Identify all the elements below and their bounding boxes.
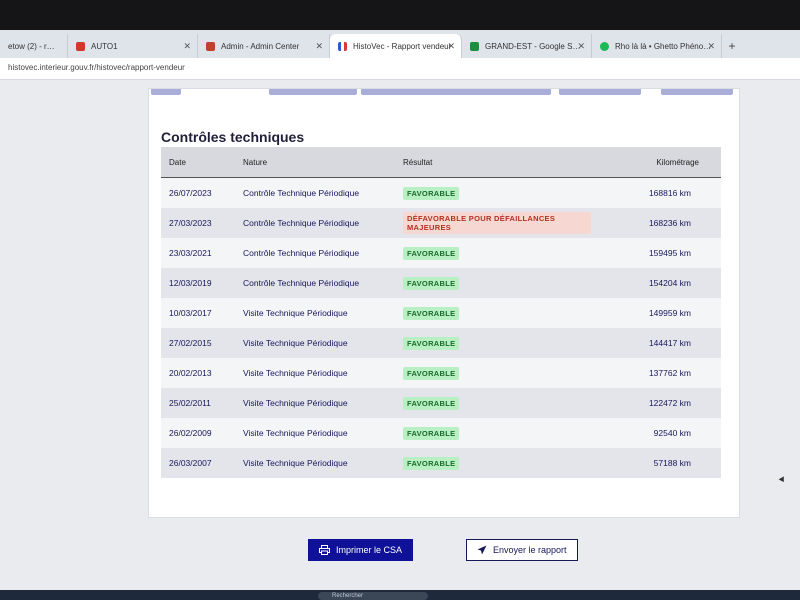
tab-1[interactable]: AUTO1 ✕ bbox=[68, 34, 198, 58]
tab-label: Admin - Admin Center bbox=[221, 41, 300, 51]
cell-date: 26/07/2023 bbox=[161, 177, 235, 208]
table-row: 27/03/2023 Contrôle Technique Périodique… bbox=[161, 208, 721, 238]
table-row: 26/03/2007 Visite Technique Périodique F… bbox=[161, 448, 721, 478]
sheets-favicon-icon bbox=[470, 41, 479, 51]
cell-nature: Visite Technique Périodique bbox=[235, 388, 395, 418]
status-badge: FAVORABLE bbox=[403, 186, 460, 200]
french-flag-favicon-icon bbox=[338, 41, 347, 51]
tab-label: HistoVec - Rapport vendeur bbox=[353, 41, 452, 51]
close-icon[interactable]: ✕ bbox=[183, 41, 191, 52]
cell-km: 168816 km bbox=[591, 177, 721, 208]
spotify-favicon-icon bbox=[600, 41, 609, 51]
tab-3-active[interactable]: HistoVec - Rapport vendeur ✕ bbox=[330, 34, 462, 58]
browser-tab-bar: etow (2) - robin.h AUTO1 ✕ Admin - Admin… bbox=[0, 30, 800, 58]
status-badge: FAVORABLE bbox=[403, 246, 460, 260]
cell-km: 137762 km bbox=[591, 358, 721, 388]
tab-5[interactable]: Rho là là • Ghetto Phénomè ✕ bbox=[592, 34, 722, 58]
col-nature: Nature bbox=[235, 147, 395, 178]
tab-4[interactable]: GRAND-EST - Google Sheets ✕ bbox=[462, 34, 592, 58]
cell-date: 12/03/2019 bbox=[161, 268, 235, 298]
controles-table: Date Nature Résultat Kilométrage 26/07/2… bbox=[161, 147, 721, 478]
close-icon[interactable]: ✕ bbox=[707, 41, 715, 52]
cell-nature: Contrôle Technique Périodique bbox=[235, 238, 395, 268]
send-report-button[interactable]: Envoyer le rapport bbox=[466, 539, 578, 561]
cell-km: 168236 km bbox=[591, 208, 721, 238]
controles-card: Contrôles techniques Date Nature Résulta… bbox=[148, 88, 740, 518]
close-icon[interactable]: ✕ bbox=[447, 41, 455, 52]
status-badge: FAVORABLE bbox=[403, 336, 460, 350]
send-report-label: Envoyer le rapport bbox=[493, 545, 567, 555]
address-bar[interactable]: histovec.interieur.gouv.fr/histovec/rapp… bbox=[0, 58, 800, 80]
cell-km: 149959 km bbox=[591, 298, 721, 328]
tab-label: GRAND-EST - Google Sheets bbox=[485, 41, 583, 51]
print-csa-label: Imprimer le CSA bbox=[336, 545, 403, 555]
cell-km: 92540 km bbox=[591, 418, 721, 448]
url-text: histovec.interieur.gouv.fr/histovec/rapp… bbox=[8, 63, 185, 72]
tab-0[interactable]: etow (2) - robin.h bbox=[0, 34, 68, 58]
auto1-favicon-icon bbox=[76, 41, 85, 51]
taskbar-search[interactable]: Rechercher bbox=[318, 592, 428, 600]
status-badge: DÉFAVORABLE POUR DÉFAILLANCES MAJEURES bbox=[403, 212, 591, 234]
page-content: Contrôles techniques Date Nature Résulta… bbox=[0, 80, 800, 590]
status-badge: FAVORABLE bbox=[403, 306, 460, 320]
top-tab-stripes bbox=[149, 89, 739, 97]
new-tab-icon[interactable]: + bbox=[722, 34, 742, 58]
status-badge: FAVORABLE bbox=[403, 396, 460, 410]
cell-km: 122472 km bbox=[591, 388, 721, 418]
table-row: 23/03/2021 Contrôle Technique Périodique… bbox=[161, 238, 721, 268]
print-csa-button[interactable]: Imprimer le CSA bbox=[308, 539, 414, 561]
col-kilometrage: Kilométrage bbox=[591, 147, 721, 178]
admin-favicon-icon bbox=[206, 41, 215, 51]
taskbar-search-label: Rechercher bbox=[332, 593, 364, 599]
table-row: 27/02/2015 Visite Technique Périodique F… bbox=[161, 328, 721, 358]
col-resultat: Résultat bbox=[395, 147, 591, 178]
status-badge: FAVORABLE bbox=[403, 276, 460, 290]
cell-date: 27/02/2015 bbox=[161, 328, 235, 358]
cell-nature: Contrôle Technique Périodique bbox=[235, 177, 395, 208]
col-date: Date bbox=[161, 147, 235, 178]
table-row: 12/03/2019 Contrôle Technique Périodique… bbox=[161, 268, 721, 298]
cell-date: 10/03/2017 bbox=[161, 298, 235, 328]
cell-nature: Visite Technique Périodique bbox=[235, 298, 395, 328]
cell-nature: Visite Technique Périodique bbox=[235, 358, 395, 388]
table-row: 26/02/2009 Visite Technique Périodique F… bbox=[161, 418, 721, 448]
tab-label: etow (2) - robin.h bbox=[8, 41, 59, 51]
cell-nature: Contrôle Technique Périodique bbox=[235, 268, 395, 298]
cell-nature: Visite Technique Périodique bbox=[235, 328, 395, 358]
cell-nature: Visite Technique Périodique bbox=[235, 418, 395, 448]
status-badge: FAVORABLE bbox=[403, 366, 460, 380]
table-row: 20/02/2013 Visite Technique Périodique F… bbox=[161, 358, 721, 388]
cell-nature: Visite Technique Périodique bbox=[235, 448, 395, 478]
tab-label: AUTO1 bbox=[91, 41, 118, 51]
cell-km: 144417 km bbox=[591, 328, 721, 358]
table-row: 25/02/2011 Visite Technique Périodique F… bbox=[161, 388, 721, 418]
status-badge: FAVORABLE bbox=[403, 456, 460, 470]
cell-km: 159495 km bbox=[591, 238, 721, 268]
close-icon[interactable]: ✕ bbox=[577, 41, 585, 52]
cell-date: 20/02/2013 bbox=[161, 358, 235, 388]
paper-plane-icon bbox=[477, 545, 487, 555]
cell-km: 57188 km bbox=[591, 448, 721, 478]
cell-date: 23/03/2021 bbox=[161, 238, 235, 268]
tab-2[interactable]: Admin - Admin Center ✕ bbox=[198, 34, 330, 58]
close-icon[interactable]: ✕ bbox=[315, 41, 323, 52]
cell-date: 25/02/2011 bbox=[161, 388, 235, 418]
table-header-row: Date Nature Résultat Kilométrage bbox=[161, 147, 721, 178]
tab-label: Rho là là • Ghetto Phénomè bbox=[615, 41, 713, 51]
table-row: 10/03/2017 Visite Technique Périodique F… bbox=[161, 298, 721, 328]
printer-icon bbox=[319, 545, 330, 555]
cell-date: 27/03/2023 bbox=[161, 208, 235, 238]
cell-nature: Contrôle Technique Périodique bbox=[235, 208, 395, 238]
section-title: Contrôles techniques bbox=[161, 129, 305, 145]
status-badge: FAVORABLE bbox=[403, 426, 460, 440]
cell-km: 154204 km bbox=[591, 268, 721, 298]
mouse-cursor-icon bbox=[778, 476, 787, 484]
monitor-bezel bbox=[0, 0, 800, 30]
table-row: 26/07/2023 Contrôle Technique Périodique… bbox=[161, 177, 721, 208]
cell-date: 26/02/2009 bbox=[161, 418, 235, 448]
cell-date: 26/03/2007 bbox=[161, 448, 235, 478]
